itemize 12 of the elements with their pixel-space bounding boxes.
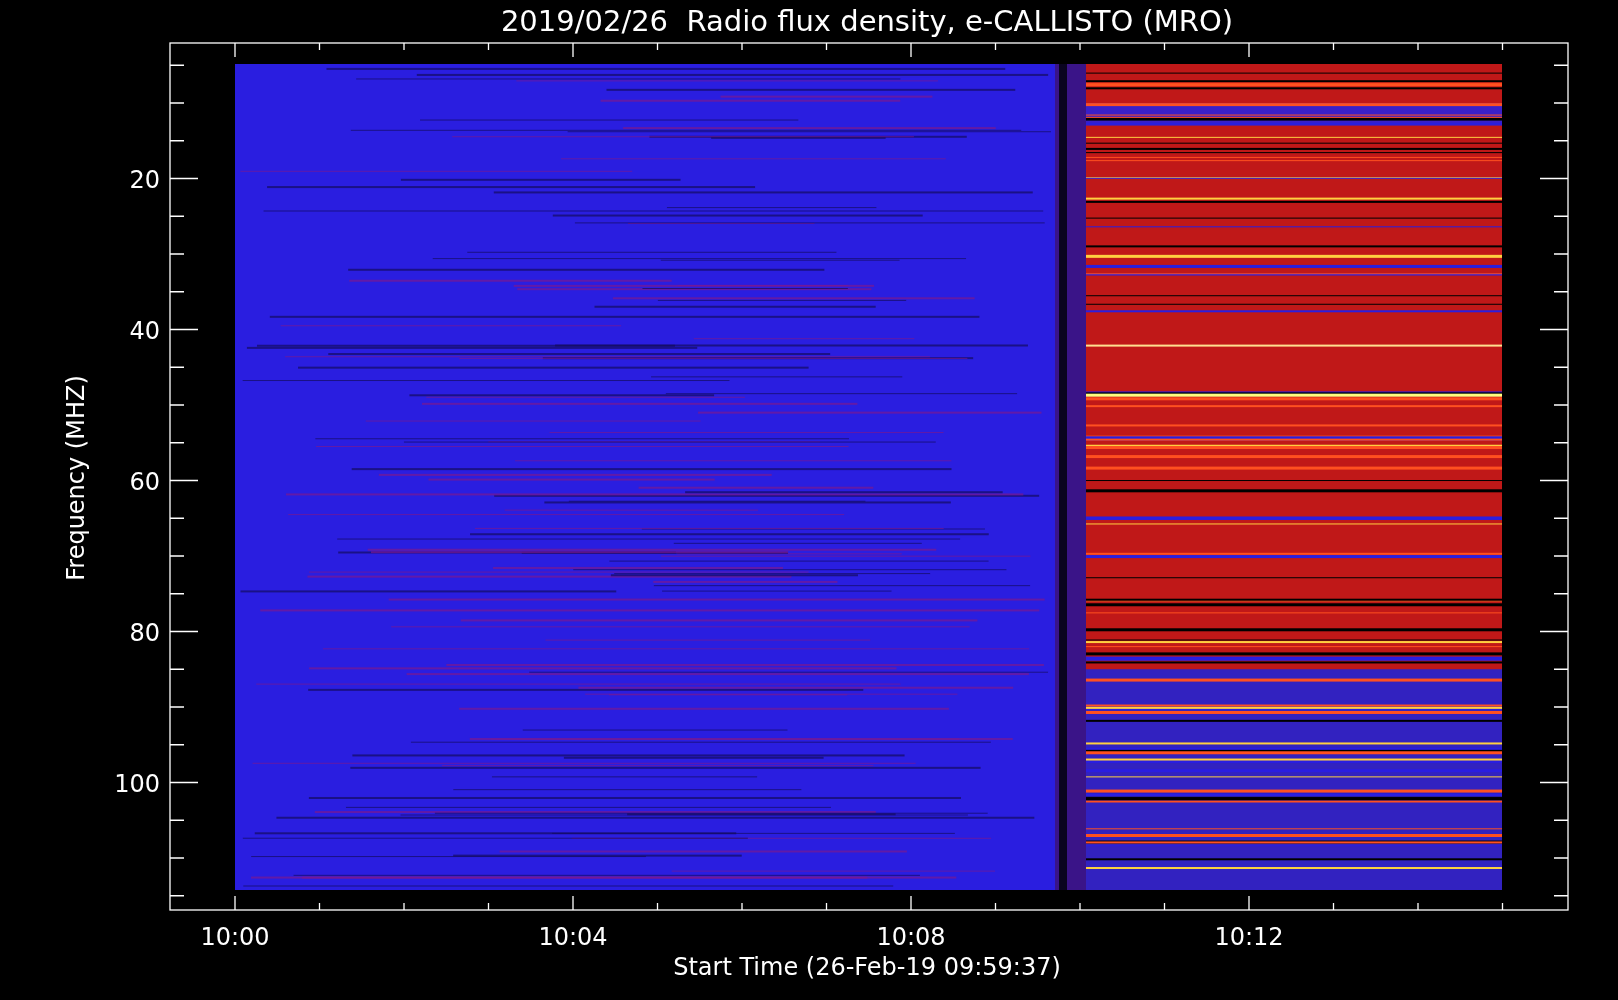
tick-label: 40 [129,316,160,345]
axis-title: Frequency (MHZ) [62,375,90,581]
tick-label: 100 [114,769,160,798]
chart-title: 2019/02/26 Radio flux density, e-CALLISTO (MRO) [500,4,1234,38]
tick-label: 10:08 [876,923,946,951]
tick-label: 10:00 [200,923,270,951]
axis-title: Start Time (26-Feb-19 09:59:37) [673,953,1061,981]
tick-label: 80 [129,618,160,647]
tick-label: 10:04 [538,923,608,951]
tick-label: 20 [129,165,160,194]
tick-label: 10:12 [1214,923,1284,951]
tick-label: 60 [129,467,160,496]
